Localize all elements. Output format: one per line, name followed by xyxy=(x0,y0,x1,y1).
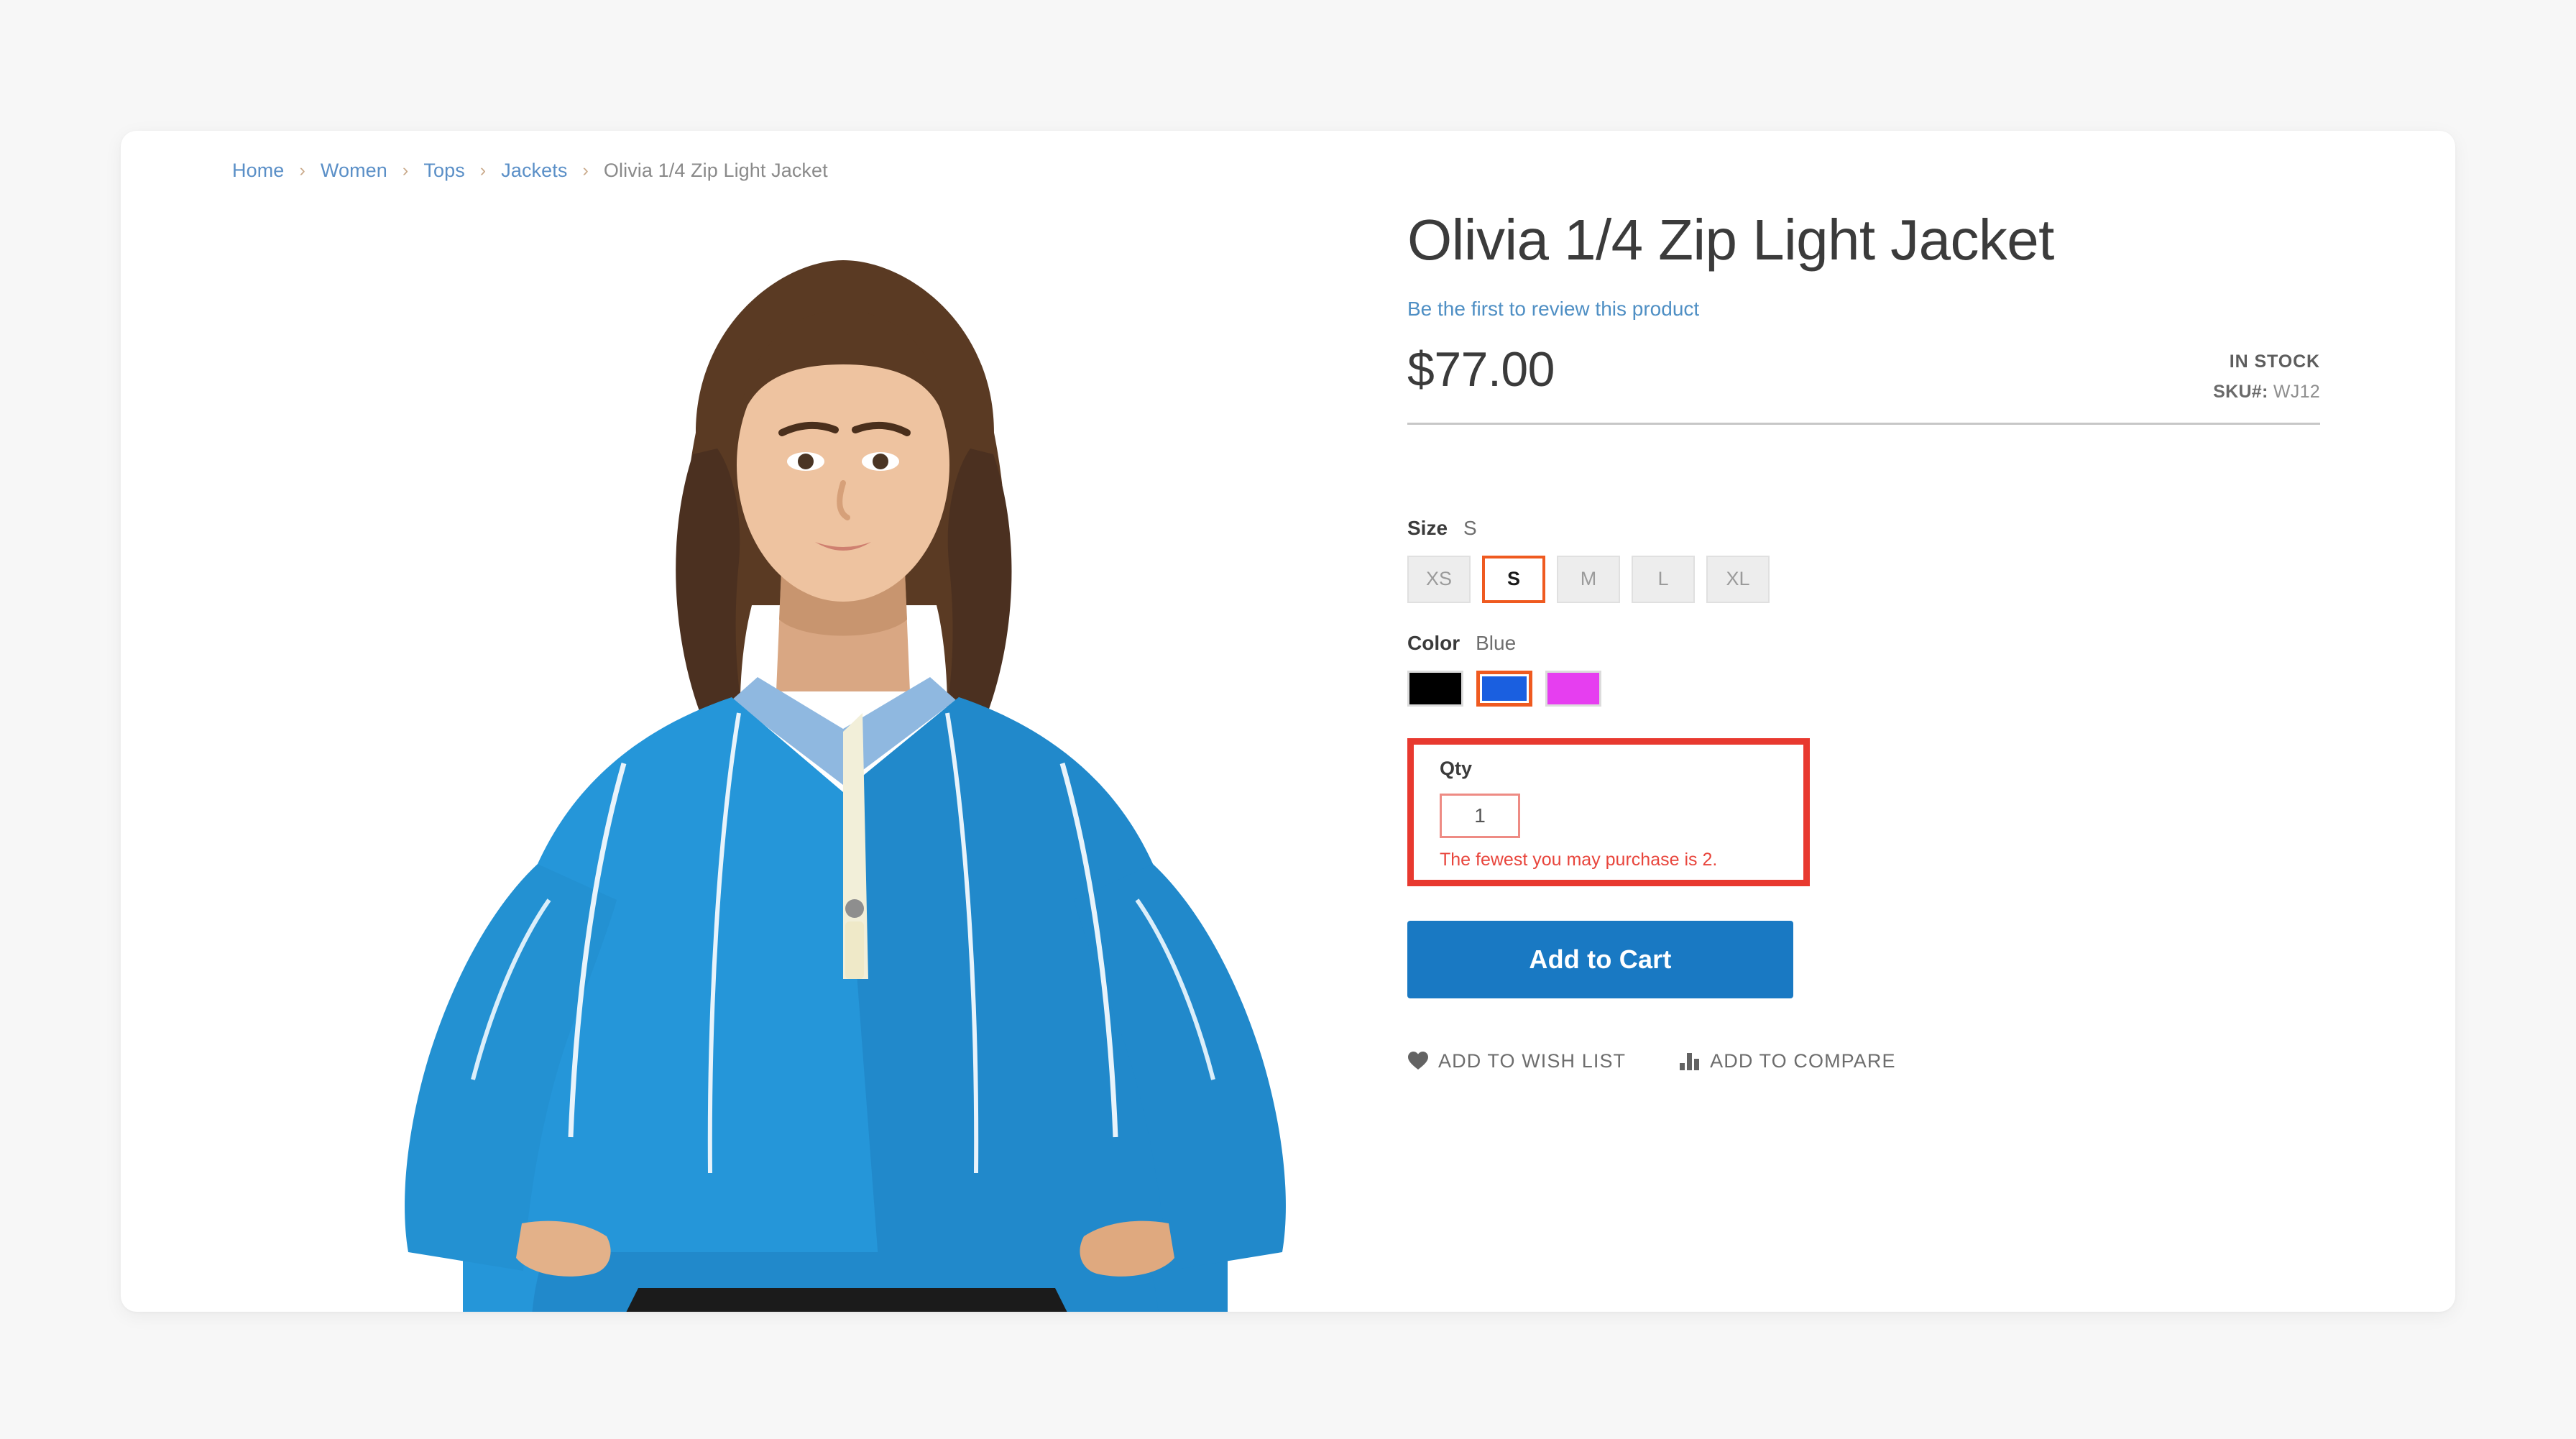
product-options: Size S XS S M L XL Color Blue Qty 1 The … xyxy=(1407,517,2320,1072)
heart-icon xyxy=(1407,1051,1429,1071)
size-selected-value: S xyxy=(1463,516,1477,539)
breadcrumb-separator-icon: › xyxy=(299,160,305,180)
breadcrumb-separator-icon: › xyxy=(582,160,589,180)
size-swatch-xs[interactable]: XS xyxy=(1407,555,1471,603)
color-swatch-blue[interactable] xyxy=(1476,670,1532,707)
size-label: Size xyxy=(1407,516,1448,539)
size-swatch-xl[interactable]: XL xyxy=(1706,555,1770,603)
color-swatch-black[interactable] xyxy=(1407,670,1463,707)
qty-error-message: The fewest you may purchase is 2. xyxy=(1440,849,1718,870)
price-row: $77.00 IN STOCK SKU#: WJ12 xyxy=(1407,345,2320,411)
color-option-group: Color Blue xyxy=(1407,632,2320,707)
color-selected-value: Blue xyxy=(1476,631,1517,654)
breadcrumb-item-women[interactable]: Women xyxy=(321,160,387,182)
page-root: Home › Women › Tops › Jackets › Olivia 1… xyxy=(0,0,2576,1439)
size-swatch-l[interactable]: L xyxy=(1632,555,1695,603)
add-to-compare-link[interactable]: ADD TO COMPARE xyxy=(1679,1050,1895,1072)
product-card: Home › Women › Tops › Jackets › Olivia 1… xyxy=(121,131,2455,1312)
product-image[interactable] xyxy=(236,217,1450,1312)
color-label: Color xyxy=(1407,631,1460,654)
sku-row: SKU#: WJ12 xyxy=(2213,382,2320,403)
size-swatch-list: XS S M L XL xyxy=(1407,555,2320,603)
color-label-row: Color Blue xyxy=(1407,632,2320,655)
quantity-stepper[interactable] xyxy=(1440,793,1520,838)
secondary-actions: ADD TO WISH LIST ADD TO COMPARE xyxy=(1407,1050,2320,1072)
divider xyxy=(1407,422,2320,425)
page-title: Olivia 1/4 Zip Light Jacket xyxy=(1407,208,2054,272)
stock-info: IN STOCK SKU#: WJ12 xyxy=(2213,351,2320,403)
product-info: Olivia 1/4 Zip Light Jacket Be the first… xyxy=(1407,208,2320,1072)
size-label-row: Size S xyxy=(1407,517,2320,540)
color-swatch-blue-fill xyxy=(1482,676,1527,701)
breadcrumb-item-tops[interactable]: Tops xyxy=(423,160,464,182)
add-to-wish-list-link[interactable]: ADD TO WISH LIST xyxy=(1407,1050,1626,1072)
color-swatch-list xyxy=(1407,670,2320,707)
status-badge: IN STOCK xyxy=(2229,351,2320,372)
breadcrumb-separator-icon: › xyxy=(402,160,409,180)
breadcrumb-item-current: Olivia 1/4 Zip Light Jacket xyxy=(603,160,828,181)
color-swatch-purple[interactable] xyxy=(1545,670,1601,707)
size-swatch-s[interactable]: S xyxy=(1482,555,1545,603)
add-to-cart-button[interactable]: Add to Cart xyxy=(1407,920,1793,998)
sku-value: WJ12 xyxy=(2273,381,2320,402)
add-to-wish-list-label: ADD TO WISH LIST xyxy=(1438,1049,1627,1072)
bar-chart-icon xyxy=(1679,1051,1701,1071)
add-to-compare-label: ADD TO COMPARE xyxy=(1710,1049,1896,1072)
size-swatch-m[interactable]: M xyxy=(1557,555,1620,603)
sku-label: SKU#: xyxy=(2213,381,2268,402)
breadcrumb-item-home[interactable]: Home xyxy=(232,160,284,182)
review-link[interactable]: Be the first to review this product xyxy=(1407,298,1699,321)
breadcrumb: Home › Women › Tops › Jackets › Olivia 1… xyxy=(232,160,828,182)
size-option-group: Size S XS S M L XL xyxy=(1407,517,2320,603)
breadcrumb-item-jackets[interactable]: Jackets xyxy=(501,160,567,182)
breadcrumb-separator-icon: › xyxy=(479,160,487,180)
qty-group: Qty The fewest you may purchase is 2. xyxy=(1414,745,1803,870)
qty-label: Qty xyxy=(1440,757,1473,779)
qty-highlight-box: Qty The fewest you may purchase is 2. xyxy=(1407,737,1810,886)
product-price: $77.00 xyxy=(1407,341,1555,397)
